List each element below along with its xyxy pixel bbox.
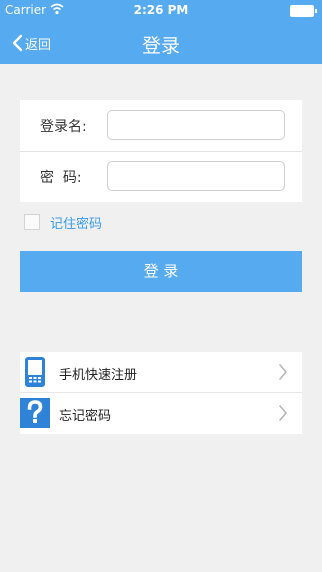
menu-item-quick-register[interactable]: 手机快速注册 — [20, 352, 302, 393]
status-bar: Carrier 2:26 PM — [0, 0, 322, 20]
login-form: 登录名: 密 码: — [20, 100, 302, 202]
password-row: 密 码: — [20, 151, 302, 202]
username-row: 登录名: — [20, 100, 302, 152]
page-title: 登录 — [141, 35, 180, 57]
password-input[interactable] — [107, 161, 285, 191]
menu-item-label: 忘记密码 — [59, 409, 112, 424]
remember-label: 记住密码 — [50, 216, 103, 232]
header: Carrier 2:26 PM 返回 登录 — [0, 0, 322, 64]
chevron-right-icon — [279, 405, 287, 421]
phone-icon — [25, 357, 45, 387]
menu-item-forgot-password[interactable]: 忘记密码 — [20, 393, 302, 434]
username-label: 登录名: — [40, 119, 87, 135]
username-input[interactable] — [107, 110, 285, 140]
remember-checkbox[interactable] — [24, 214, 40, 230]
menu-item-label: 手机快速注册 — [59, 368, 138, 383]
chevron-right-icon — [279, 364, 287, 380]
battery-icon — [290, 5, 317, 17]
password-label: 密 码: — [40, 170, 82, 186]
question-icon — [20, 398, 50, 428]
status-time: 2:26 PM — [133, 3, 189, 17]
remember-password-toggle[interactable]: 记住密码 — [24, 212, 102, 232]
login-button[interactable]: 登 录 — [20, 251, 302, 292]
options-menu: 手机快速注册 忘记密码 — [20, 352, 302, 434]
